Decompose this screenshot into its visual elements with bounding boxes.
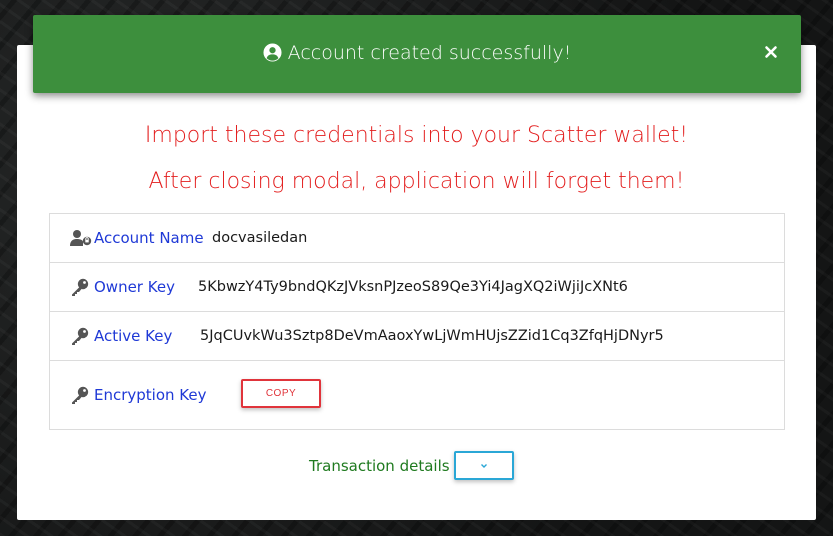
credential-row-owner-key: Owner Key 5KbwzY4Ty9bndQKzJVksnPJzeoS89Q… [50,263,784,312]
active-key-label: Active Key [94,327,173,345]
user-circle-icon [263,43,282,67]
success-toast: Account created successfully! [33,15,801,93]
credentials-modal: Import these credentials into your Scatt… [17,45,816,520]
toast-message-container: Account created successfully! [33,42,801,67]
close-icon [765,46,777,58]
credentials-table: Account Name docvasiledan Owner Key 5Kbw… [49,213,785,430]
chevron-down-icon [481,463,487,468]
toast-close-button[interactable] [758,39,784,65]
owner-key-label: Owner Key [94,278,175,296]
warning-import-credentials: Import these credentials into your Scatt… [144,123,689,148]
account-name-label: Account Name [94,229,204,247]
key-icon [70,327,90,345]
transaction-details-label: Transaction details [309,457,450,475]
toast-message: Account created successfully! [287,42,572,64]
credential-row-active-key: Active Key 5JqCUvkWu3Sztp8DeVmAaoxYwLjWm… [50,312,784,361]
account-name-value: docvasiledan [212,230,308,246]
active-key-value: 5JqCUvkWu3Sztp8DeVmAaoxYwLjWmHUjsZZid1Cq… [200,328,664,344]
credential-row-account: Account Name docvasiledan [50,214,784,263]
key-icon [70,386,90,404]
encryption-key-label: Encryption Key [94,386,207,404]
copy-encryption-key-button[interactable]: COPY [241,379,321,408]
owner-key-value: 5KbwzY4Ty9bndQKzJVksnPJzeoS89Qe3Yi4JagXQ… [198,279,628,295]
credential-row-encryption-key: Encryption Key COPY [50,361,784,429]
user-lock-icon [70,229,92,247]
transaction-details-toggle-button[interactable] [454,451,514,480]
key-icon [70,278,90,296]
warning-forget-credentials: After closing modal, application will fo… [148,169,685,194]
